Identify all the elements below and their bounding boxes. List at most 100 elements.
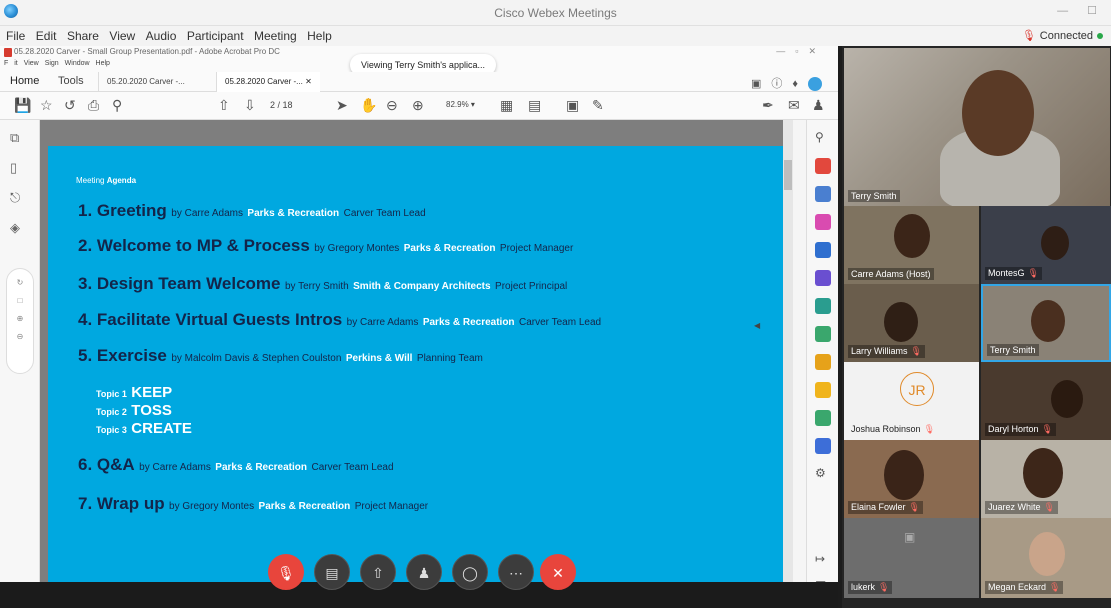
email-icon[interactable]: ✉ (788, 97, 800, 114)
menu-view[interactable]: View (109, 26, 135, 46)
scroll-mode-icon[interactable]: ▤ (528, 97, 541, 114)
menu-audio[interactable]: Audio (146, 26, 177, 46)
pages-icon[interactable]: ⧉ (10, 130, 19, 146)
agenda-item: 5. Exercise by Malcolm Davis & Stephen C… (78, 346, 483, 366)
edit-pdf-icon[interactable] (815, 242, 831, 258)
collapse-right-panel-icon[interactable]: ◀ (754, 321, 760, 330)
comment-icon[interactable]: ▣ (751, 78, 771, 90)
quick-zoom-out-icon[interactable]: ⊖ (7, 332, 33, 341)
add-user-icon[interactable]: ♟ (812, 97, 825, 114)
account-avatar[interactable] (808, 77, 822, 92)
tab-doc-2[interactable]: 05.28.2020 Carver -... ✕ (216, 72, 320, 92)
scrollbar-thumb[interactable] (784, 160, 792, 190)
video-tile[interactable]: Elaina Fowler 🎙 (844, 440, 979, 518)
export-pdf-icon[interactable] (815, 186, 831, 202)
participant-head (884, 450, 924, 500)
video-off-button[interactable]: ▤ (314, 554, 350, 590)
select-cursor-icon[interactable]: ➤ (336, 97, 348, 114)
share-icon[interactable]: ↺ (64, 97, 76, 114)
fit-page-icon[interactable]: ▦ (500, 97, 513, 114)
video-tile[interactable]: ▣ lukerk 🎙 (844, 518, 979, 598)
acrobat-menu-file[interactable]: F (4, 60, 8, 67)
participant-name-text: Juarez White (988, 502, 1041, 512)
next-page-icon[interactable]: ⇩ (244, 97, 256, 114)
video-tile[interactable]: Juarez White 🎙 (981, 440, 1111, 518)
sign-icon[interactable]: ✒ (762, 97, 774, 114)
window-controls[interactable]: — ☐ (1057, 4, 1105, 17)
protect-icon[interactable] (815, 438, 831, 454)
tab-tools[interactable]: Tools (58, 75, 84, 87)
pen-icon[interactable]: ✎ (592, 97, 604, 114)
comment-tool-icon[interactable]: ▣ (566, 97, 579, 114)
create-pdf-icon[interactable] (815, 158, 831, 174)
document-view[interactable]: Meeting Agenda 1. Greeting by Carre Adam… (40, 120, 793, 606)
prev-page-icon[interactable]: ⇧ (218, 97, 230, 114)
layers-icon[interactable]: ◈ (10, 220, 20, 236)
combine-files-icon[interactable] (815, 354, 831, 370)
video-tile[interactable]: Megan Eckard 🎙 (981, 518, 1111, 598)
participant-name: Carre Adams (Host) (848, 268, 934, 280)
attachment-icon[interactable]: ⎋ (10, 190, 20, 206)
acrobat-window-controls[interactable]: —▫✕ (776, 46, 826, 57)
zoom-out-icon[interactable]: ⊖ (386, 97, 398, 114)
acrobat-menu-help[interactable]: Help (96, 60, 110, 67)
fill-sign-icon[interactable] (815, 270, 831, 286)
organize-pages-icon[interactable] (815, 214, 831, 230)
page-current[interactable]: 2 (270, 100, 275, 110)
video-tile-selected[interactable]: Terry Smith (981, 284, 1111, 362)
video-tile-active-speaker[interactable]: Terry Smith (844, 48, 1110, 206)
more-button[interactable]: ⋯ (498, 554, 534, 590)
print-icon[interactable]: ⎙ (88, 97, 99, 114)
close-tab-icon[interactable]: ✕ (305, 77, 312, 86)
end-meeting-button[interactable]: ✕ (540, 554, 576, 590)
chat-button[interactable]: ◯ (452, 554, 488, 590)
save-icon[interactable]: 💾 (14, 97, 31, 114)
tab-home[interactable]: Home (10, 75, 39, 87)
video-tile[interactable]: Daryl Horton 🎙 (981, 362, 1111, 440)
agenda-header-pre: Meeting (76, 176, 107, 185)
comment-rail-icon[interactable] (815, 382, 831, 398)
acrobat-toolbar: 💾 ☆ ↺ ⎙ ⚲ ⇧ ⇩ 2 / 18 ➤ ✋ ⊖ ⊕ 82.9% ▾ ▦ ▤… (0, 92, 838, 120)
participant-name-text: lukerk (851, 582, 876, 592)
more-tools-icon[interactable]: ⚙ (815, 466, 831, 482)
acrobat-menu-sign[interactable]: Sign (45, 60, 59, 67)
menu-meeting[interactable]: Meeting (254, 26, 297, 46)
enhance-scans-icon[interactable] (815, 298, 831, 314)
acrobat-menu-edit[interactable]: it (14, 60, 18, 67)
zoom-in-icon[interactable]: ⊕ (412, 97, 424, 114)
video-tile[interactable]: JR Joshua Robinson 🎙 (844, 362, 979, 440)
rail-search-icon[interactable]: ⚲ (815, 130, 831, 146)
share-button[interactable]: ⇧ (360, 554, 396, 590)
page-indicator[interactable]: 2 / 18 (270, 100, 293, 110)
agenda-item-title: 1. Greeting (78, 201, 167, 220)
participants-button[interactable]: ♟ (406, 554, 442, 590)
video-tile[interactable]: Larry Williams 🎙 (844, 284, 979, 362)
print-production-icon[interactable] (815, 410, 831, 426)
help-icon[interactable]: ⓘ (771, 78, 792, 90)
mic-muted-icon: 🎙 (910, 346, 922, 356)
video-tile[interactable]: MontesG 🎙 (981, 206, 1111, 284)
search-icon[interactable]: ⚲ (112, 97, 122, 114)
bookmark-icon[interactable]: ▯ (10, 160, 17, 176)
bookmark-star-icon[interactable]: ☆ (40, 97, 53, 114)
video-tile[interactable]: Carre Adams (Host) (844, 206, 979, 284)
menu-share[interactable]: Share (67, 26, 99, 46)
quick-zoom-in-icon[interactable]: ⊕ (7, 314, 33, 323)
excel-export-icon[interactable] (815, 326, 831, 342)
document-scrollbar[interactable] (783, 120, 793, 606)
delete-icon[interactable]: □ (7, 296, 33, 305)
participant-name: Larry Williams 🎙 (848, 345, 925, 358)
acrobat-menu-window[interactable]: Window (65, 60, 90, 67)
menu-file[interactable]: File (6, 26, 25, 46)
menu-edit[interactable]: Edit (36, 26, 57, 46)
mute-button[interactable]: 🎙 (268, 554, 304, 590)
menu-participant[interactable]: Participant (187, 26, 244, 46)
tab-doc-1[interactable]: 05.20.2020 Carver -... (98, 72, 193, 92)
zoom-select[interactable]: 82.9% ▾ (446, 100, 475, 109)
hand-tool-icon[interactable]: ✋ (360, 97, 377, 114)
menu-help[interactable]: Help (307, 26, 332, 46)
expand-rail-icon[interactable]: ↦ (815, 552, 831, 568)
rotate-icon[interactable]: ↻ (7, 278, 33, 287)
acrobat-menu-view[interactable]: View (24, 60, 39, 67)
bell-icon[interactable]: ♦ (792, 78, 808, 90)
